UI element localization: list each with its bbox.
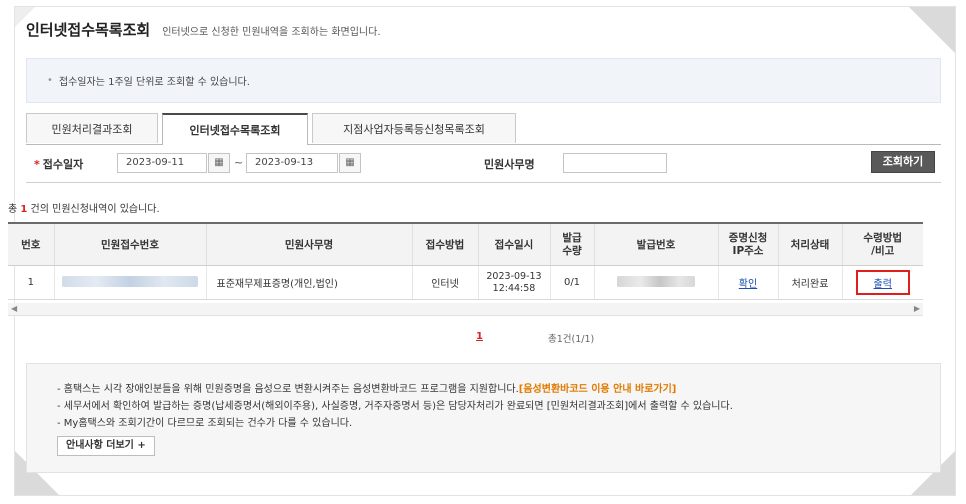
- col-header-qty: 발급 수량: [549, 222, 594, 266]
- search-button[interactable]: 조회하기: [871, 151, 935, 173]
- guide-box: - 홈택스는 시각 장애인분들을 위해 민원증명을 음성으로 변환시켜주는 음성…: [26, 363, 941, 473]
- guide-line-2: - 세무서에서 확인하여 발급하는 증명(납세증명서(해외이주용), 사실증명,…: [57, 401, 733, 412]
- search-bar: * 접수일자 2023-09-11 ▦ ~ 2023-09-13 ▦ 민원사무명 …: [26, 146, 941, 183]
- ip-confirm-link[interactable]: 확인: [739, 279, 757, 290]
- cell-status: 처리완료: [777, 265, 842, 300]
- col-header-date: 접수일시: [477, 222, 550, 266]
- page-header: 인터넷접수목록조회 인터넷으로 신청한 민원내역을 조회하는 화면입니다.: [26, 19, 381, 40]
- guide-line-3: - My홈택스와 조회기간이 다르므로 조회되는 건수가 다를 수 있습니다.: [57, 418, 353, 429]
- horizontal-scrollbar[interactable]: ◀ ▶: [8, 303, 923, 316]
- table-row: 1 표준재무제표증명(개인,법인) 인터넷 2023-09-13 12:44:5…: [8, 265, 923, 300]
- page-total: 총1건(1/1): [548, 334, 595, 345]
- tab-internet-list[interactable]: 인터넷접수목록조회: [162, 113, 308, 145]
- calendar-icon[interactable]: ▦: [339, 153, 361, 173]
- col-header-service: 민원사무명: [205, 222, 412, 266]
- date-label: * 접수일자: [34, 158, 84, 171]
- page-number-current[interactable]: 1: [476, 331, 483, 342]
- cell-receive: 출력: [841, 265, 923, 300]
- cell-date: 2023-09-13 12:44:58: [477, 265, 550, 300]
- cell-service: 표준재무제표증명(개인,법인): [205, 265, 412, 300]
- count-number: 1: [20, 204, 28, 215]
- tab-bar: 민원처리결과조회 인터넷접수목록조회 지점사업자등록등신청목록조회: [26, 113, 941, 145]
- date-from-input[interactable]: 2023-09-11: [117, 153, 207, 173]
- tab-result[interactable]: 민원처리결과조회: [26, 113, 158, 143]
- guide-line-1: - 홈택스는 시각 장애인분들을 위해 민원증명을 음성으로 변환시켜주는 음성…: [57, 384, 677, 395]
- bullet-icon: •: [47, 75, 53, 86]
- result-count: 총 1 건의 민원신청내역이 있습니다.: [8, 204, 160, 215]
- voice-barcode-link[interactable]: [음성변환바코드 이용 안내 바로가기]: [519, 384, 677, 395]
- cell-ip: 확인: [717, 265, 778, 300]
- calendar-icon[interactable]: ▦: [208, 153, 230, 173]
- col-header-receipt-no: 민원접수번호: [53, 222, 206, 266]
- print-link[interactable]: 출력: [874, 279, 892, 290]
- col-header-issue-no: 발급번호: [593, 222, 718, 266]
- page-title: 인터넷접수목록조회: [26, 21, 151, 39]
- col-header-receive: 수령방법 /비고: [841, 222, 923, 266]
- cell-method: 인터넷: [411, 265, 478, 300]
- col-header-ip: 증명신청 IP주소: [717, 222, 778, 266]
- service-label: 민원사무명: [484, 158, 535, 171]
- col-header-method: 접수방법: [411, 222, 478, 266]
- cell-receipt-no: [53, 265, 206, 300]
- cell-no: 1: [8, 265, 54, 300]
- date-to-input[interactable]: 2023-09-13: [246, 153, 338, 173]
- notice-text: 접수일자는 1주일 단위로 조회할 수 있습니다.: [58, 77, 250, 88]
- redacted-receipt-no: [62, 275, 198, 287]
- col-header-status: 처리상태: [777, 222, 842, 266]
- page-subtitle: 인터넷으로 신청한 민원내역을 조회하는 화면입니다.: [162, 27, 381, 38]
- print-box-highlight: 출력: [855, 270, 910, 295]
- cell-issue-no: [593, 265, 718, 300]
- col-header-no: 번호: [8, 222, 54, 266]
- notice-box: • 접수일자는 1주일 단위로 조회할 수 있습니다.: [26, 58, 941, 103]
- required-mark: *: [34, 158, 40, 171]
- result-table: 번호 민원접수번호 민원사무명 접수방법 접수일시 발급 수량 발급번호 증명신…: [8, 222, 923, 300]
- corner-decoration: [909, 7, 955, 53]
- service-name-input[interactable]: [563, 153, 667, 173]
- redacted-issue-no: [617, 275, 695, 287]
- cell-qty: 0/1: [549, 265, 594, 300]
- scroll-left-icon[interactable]: ◀: [11, 304, 17, 313]
- scroll-right-icon[interactable]: ▶: [914, 304, 920, 313]
- date-separator: ~: [234, 156, 244, 169]
- tab-branch-list[interactable]: 지점사업자등록등신청목록조회: [312, 113, 516, 143]
- table-header-row: 번호 민원접수번호 민원사무명 접수방법 접수일시 발급 수량 발급번호 증명신…: [8, 222, 923, 266]
- more-info-button[interactable]: 안내사항 더보기 +: [57, 436, 155, 456]
